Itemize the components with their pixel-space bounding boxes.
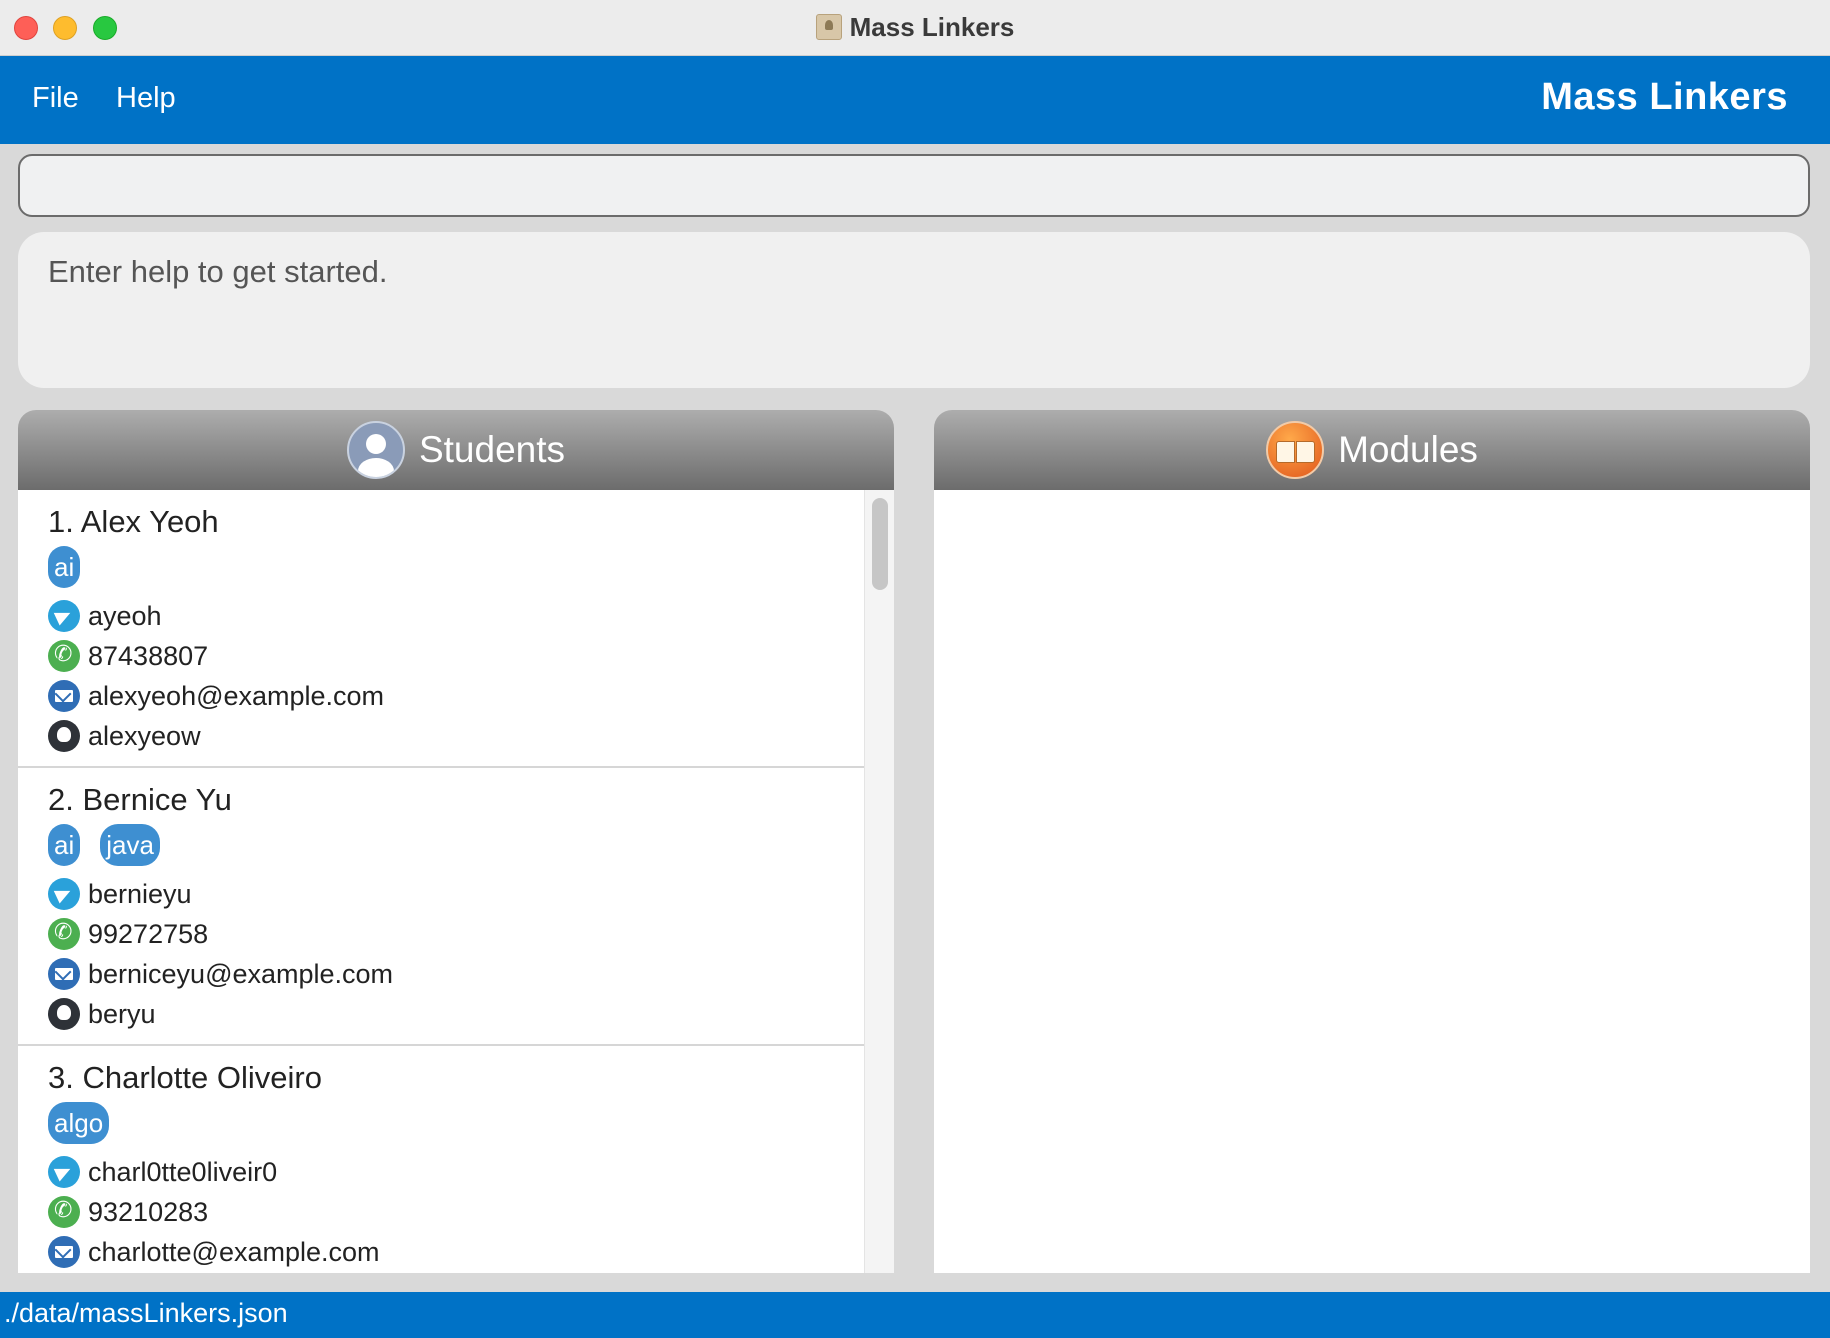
email-address: charlotte@example.com — [88, 1236, 380, 1267]
phone-icon — [48, 1196, 80, 1228]
command-input[interactable] — [18, 154, 1810, 217]
github-username: beryu — [88, 998, 156, 1029]
phone-field: 93210283 — [48, 1196, 208, 1228]
brand-title: Mass Linkers — [1541, 76, 1788, 118]
github-icon — [48, 720, 80, 752]
book-icon — [1266, 421, 1325, 479]
app-icon — [815, 14, 842, 40]
student-tags: ai — [48, 546, 81, 588]
students-panel-header: Students — [18, 410, 894, 490]
title-bar: Mass Linkers — [0, 0, 1830, 56]
modules-panel-title: Modules — [1338, 429, 1478, 470]
menu-bar: File Help Mass Linkers — [0, 56, 1830, 144]
phone-field: 87438807 — [48, 640, 208, 672]
phone-number: 99272758 — [88, 918, 209, 949]
tag-badge: java — [100, 824, 160, 866]
menu-help[interactable]: Help — [116, 82, 176, 115]
tag-badge: algo — [48, 1102, 110, 1144]
email-address: berniceyu@example.com — [88, 958, 394, 989]
window-title: Mass Linkers — [849, 12, 1015, 42]
modules-panel-header: Modules — [934, 410, 1810, 490]
person-icon — [346, 421, 405, 479]
student-tags: algo — [48, 1102, 110, 1144]
telegram-field: bernieyu — [48, 878, 192, 910]
telegram-handle: charl0tte0liveir0 — [88, 1156, 278, 1187]
email-field: charlotte@example.com — [48, 1236, 380, 1268]
student-name: 2. Bernice Yu — [48, 782, 232, 817]
tag-badge: ai — [48, 824, 81, 866]
github-username: alexyeow — [88, 720, 201, 751]
student-card[interactable]: 2. Bernice Yu ai java bernieyu 99272758 … — [18, 768, 864, 1046]
phone-number: 93210283 — [88, 1196, 209, 1227]
module-list[interactable] — [934, 490, 1810, 1273]
menu-file[interactable]: File — [32, 82, 79, 115]
result-message: Enter help to get started. — [48, 254, 388, 289]
student-name: 1. Alex Yeoh — [48, 504, 219, 539]
email-field: berniceyu@example.com — [48, 958, 393, 990]
student-name: 3. Charlotte Oliveiro — [48, 1060, 322, 1095]
status-bar: ./data/massLinkers.json — [0, 1292, 1830, 1338]
students-panel-title: Students — [418, 429, 566, 470]
phone-field: 99272758 — [48, 918, 208, 950]
email-address: alexyeoh@example.com — [88, 680, 385, 711]
student-list-scrollbar[interactable] — [864, 490, 894, 1273]
phone-icon — [48, 640, 80, 672]
phone-icon — [48, 918, 80, 950]
telegram-field: charl0tte0liveir0 — [48, 1156, 277, 1188]
student-list[interactable]: 1. Alex Yeoh ai ayeoh 87438807 alexyeoh@… — [18, 490, 894, 1273]
result-display: Enter help to get started. — [18, 232, 1810, 388]
telegram-icon — [48, 600, 80, 632]
email-icon — [48, 1236, 80, 1268]
github-field: beryu — [48, 998, 156, 1030]
save-file-path: ./data/massLinkers.json — [4, 1298, 288, 1328]
email-field: alexyeoh@example.com — [48, 680, 384, 712]
telegram-icon — [48, 1156, 80, 1188]
email-icon — [48, 958, 80, 990]
email-icon — [48, 680, 80, 712]
github-icon — [48, 998, 80, 1030]
github-field: alexyeow — [48, 720, 201, 752]
telegram-field: ayeoh — [48, 600, 162, 632]
scroll-thumb[interactable] — [872, 498, 888, 590]
student-tags: ai java — [48, 824, 160, 866]
telegram-icon — [48, 878, 80, 910]
phone-number: 87438807 — [88, 640, 209, 671]
tag-badge: ai — [48, 546, 81, 588]
telegram-handle: bernieyu — [88, 878, 192, 909]
window-title-area: Mass Linkers — [0, 12, 1830, 43]
telegram-handle: ayeoh — [88, 600, 162, 631]
student-card[interactable]: 3. Charlotte Oliveiro algo charl0tte0liv… — [18, 1046, 864, 1273]
student-card[interactable]: 1. Alex Yeoh ai ayeoh 87438807 alexyeoh@… — [18, 490, 864, 768]
